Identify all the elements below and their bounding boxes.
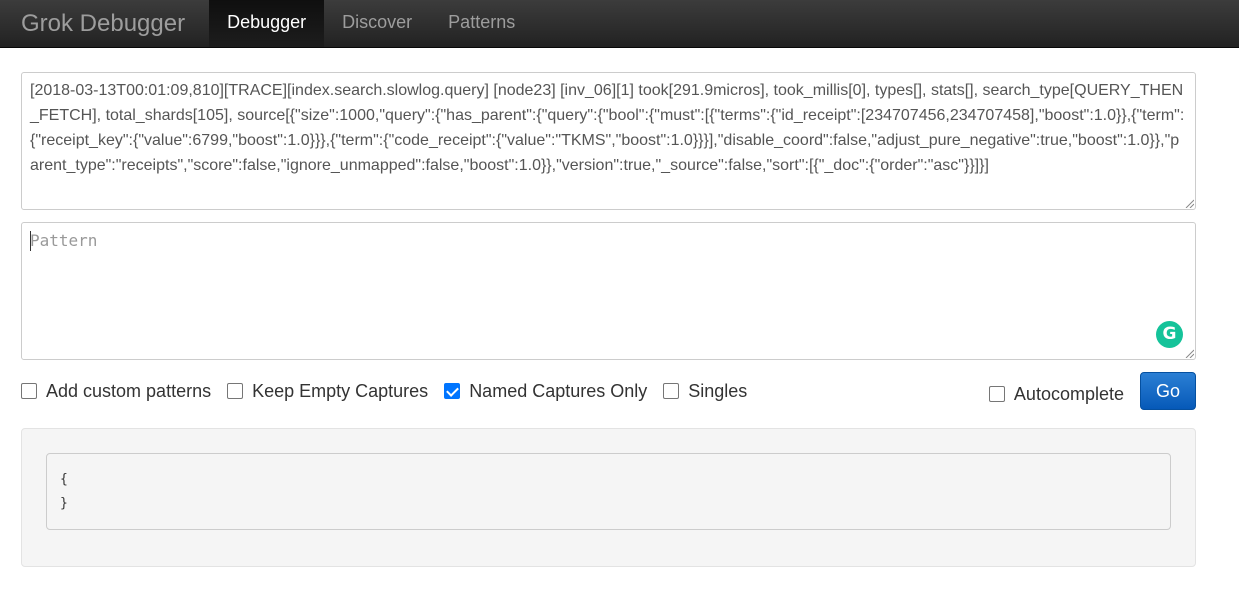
main-container: [2018-03-13T00:01:09,810][TRACE][index.s… bbox=[21, 72, 1196, 567]
add-custom-patterns-checkbox[interactable] bbox=[21, 383, 37, 399]
output-well: { } bbox=[21, 428, 1196, 567]
option-add-custom-patterns[interactable]: Add custom patterns bbox=[21, 381, 211, 402]
singles-checkbox[interactable] bbox=[663, 383, 680, 399]
named-captures-only-label: Named Captures Only bbox=[469, 380, 648, 401]
pattern-textarea[interactable]: Pattern G bbox=[21, 222, 1196, 360]
nav-discover[interactable]: Discover bbox=[324, 0, 430, 47]
resize-handle-icon[interactable] bbox=[1184, 198, 1194, 208]
option-autocomplete[interactable]: Autocomplete bbox=[988, 383, 1124, 405]
brand-title[interactable]: Grok Debugger bbox=[0, 0, 209, 47]
keep-empty-captures-checkbox[interactable] bbox=[227, 383, 244, 399]
add-custom-patterns-label: Add custom patterns bbox=[46, 380, 212, 401]
option-named-captures-only[interactable]: Named Captures Only bbox=[444, 381, 647, 402]
text-caret bbox=[30, 231, 31, 251]
keep-empty-captures-label: Keep Empty Captures bbox=[252, 380, 429, 401]
input-textarea[interactable]: [2018-03-13T00:01:09,810][TRACE][index.s… bbox=[21, 72, 1196, 210]
autocomplete-checkbox[interactable] bbox=[988, 386, 1005, 402]
option-singles[interactable]: Singles bbox=[663, 381, 747, 402]
output-pre: { } bbox=[46, 453, 1171, 530]
navbar: Grok Debugger Debugger Discover Patterns bbox=[0, 0, 1239, 48]
named-captures-only-checkbox[interactable] bbox=[444, 383, 461, 399]
options-row: Add custom patterns Keep Empty Captures … bbox=[21, 372, 1196, 410]
resize-handle-icon[interactable] bbox=[1184, 348, 1194, 358]
option-keep-empty-captures[interactable]: Keep Empty Captures bbox=[227, 381, 428, 402]
input-text: [2018-03-13T00:01:09,810][TRACE][index.s… bbox=[30, 82, 1185, 174]
grammarly-icon[interactable]: G bbox=[1156, 321, 1183, 348]
pattern-placeholder: Pattern bbox=[30, 231, 98, 250]
go-button[interactable]: Go bbox=[1140, 372, 1196, 410]
singles-label: Singles bbox=[688, 380, 748, 401]
nav-debugger[interactable]: Debugger bbox=[209, 0, 325, 47]
autocomplete-label: Autocomplete bbox=[1013, 383, 1124, 404]
nav-patterns[interactable]: Patterns bbox=[430, 0, 533, 47]
